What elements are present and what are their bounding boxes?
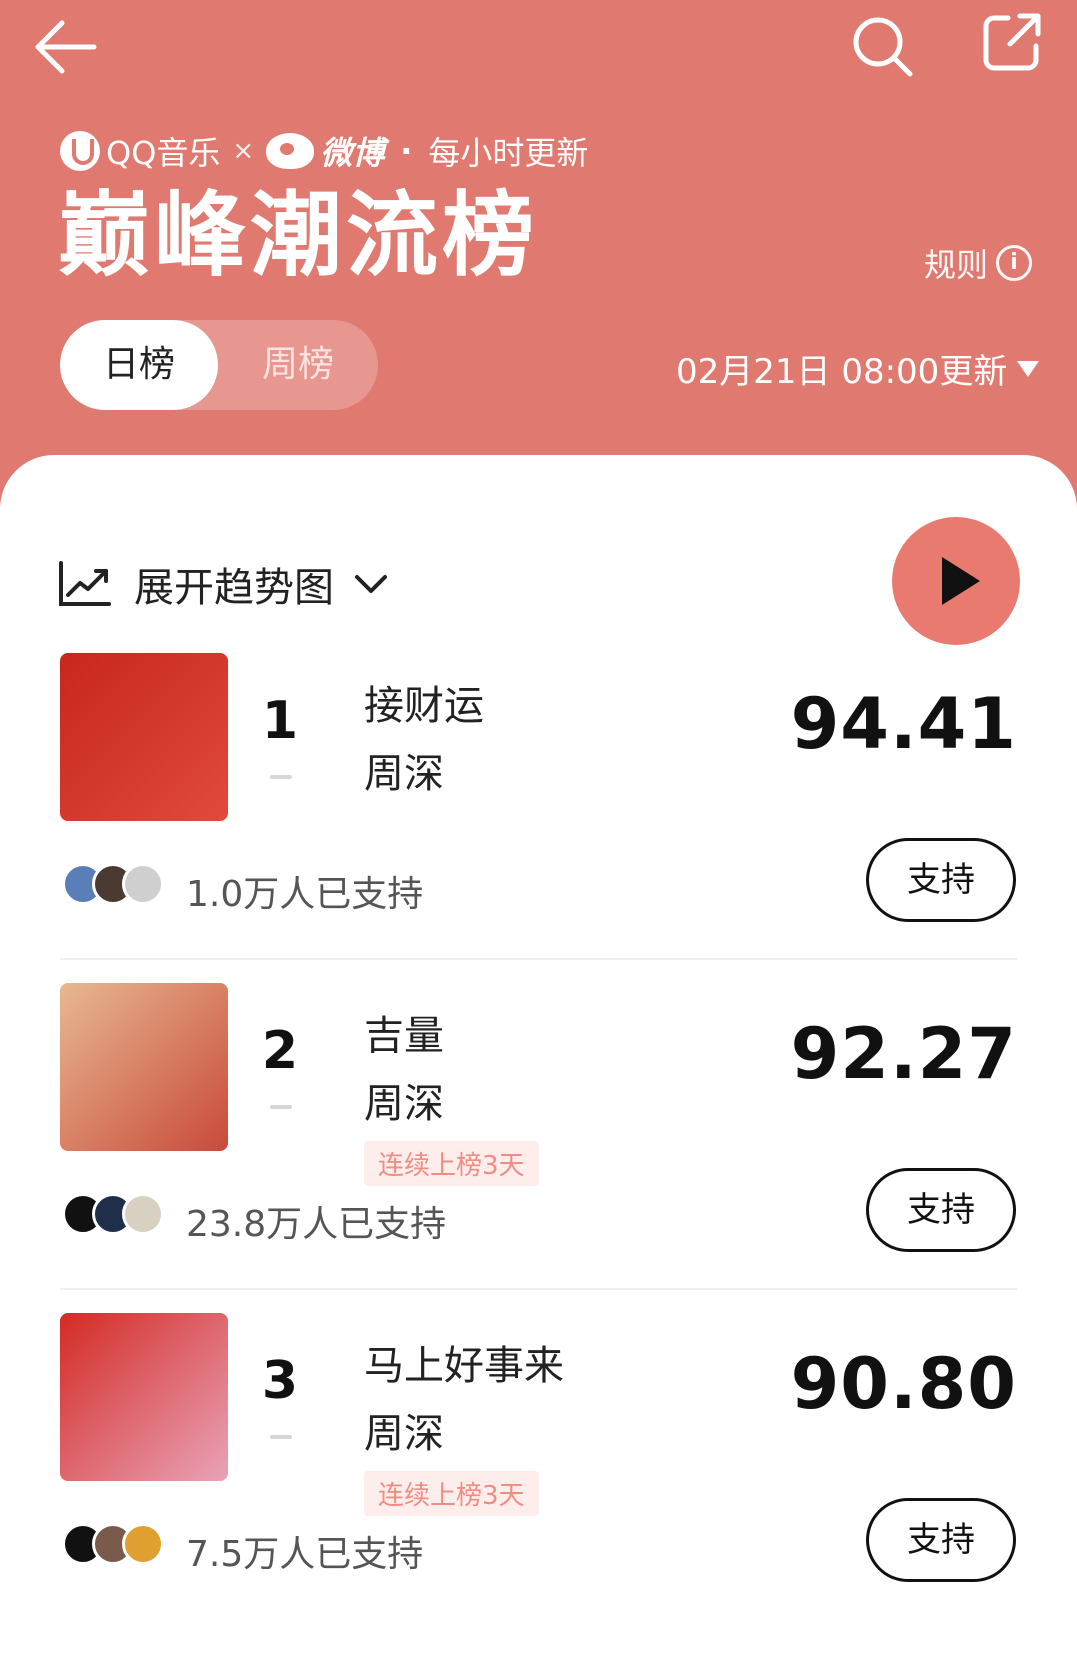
expand-trend-toggle[interactable]: 展开趋势图 [58, 555, 410, 613]
brand-times: × [232, 136, 255, 166]
score: 94.41 [790, 683, 1017, 765]
supporter-count: 7.5万人已支持 [186, 1534, 424, 1575]
streak-badge: 连续上榜3天 [364, 1141, 539, 1186]
qq-music-logo-icon [60, 131, 100, 171]
avatar [122, 1523, 164, 1565]
update-time-selector[interactable]: 02月21日 08:00更新 [676, 344, 1040, 393]
supporter-avatars [62, 863, 164, 905]
support-button[interactable]: 支持 [866, 1168, 1016, 1252]
brand-dot: · [400, 132, 413, 170]
score: 90.80 [790, 1343, 1017, 1425]
page-title: 巅峰潮流榜 [58, 182, 539, 289]
divider [60, 958, 1017, 960]
album-cover[interactable] [60, 653, 228, 821]
tab-weekly[interactable]: 周榜 [218, 320, 378, 410]
back-arrow-icon[interactable] [34, 18, 98, 76]
weibo-logo-icon [266, 133, 315, 169]
supporter-count: 1.0万人已支持 [186, 874, 424, 915]
album-cover[interactable] [60, 983, 228, 1151]
brand-line: QQ音乐 × 微博 · 每小时更新 [60, 128, 588, 174]
rank-number: 3 [261, 1351, 299, 1411]
share-icon[interactable] [980, 10, 1044, 74]
supporter-avatars [62, 1193, 164, 1235]
artist-name[interactable]: 周深 [364, 1401, 444, 1459]
period-tabs: 日榜 周榜 [60, 320, 378, 410]
support-button[interactable]: 支持 [866, 1498, 1016, 1582]
list-item[interactable]: 2 吉量周深连续上榜3天 92.27 23.8万人已支持 支持 [0, 983, 1077, 1290]
support-button[interactable]: 支持 [866, 838, 1016, 922]
avatar [122, 863, 164, 905]
list-item[interactable]: 3 马上好事来周深连续上榜3天 90.80 7.5万人已支持 支持 [0, 1313, 1077, 1613]
trend-chart-icon [59, 561, 111, 606]
trend-label: 展开趋势图 [134, 565, 334, 611]
dropdown-triangle-icon [1017, 360, 1040, 377]
supporter-count: 23.8万人已支持 [186, 1204, 447, 1245]
rules-link[interactable]: 规则 i [924, 240, 1033, 286]
supporter-avatars [62, 1523, 164, 1565]
score: 92.27 [790, 1013, 1017, 1095]
divider [60, 1288, 1017, 1290]
rank-change-dash [270, 775, 292, 779]
rules-label: 规则 [924, 246, 989, 284]
avatar [122, 1193, 164, 1235]
brand-weibo-text: 微博 [320, 134, 385, 172]
brand-qq-text: QQ音乐 [106, 134, 221, 172]
song-title[interactable]: 吉量 [364, 1003, 444, 1061]
chart-list-card: 展开趋势图 1 接财运 周深 94.41 1.0万人已支持 支持 2 吉量 周深 连续上榜3天 92… [0, 455, 1077, 1656]
artist-name[interactable]: 周深 [364, 741, 444, 799]
info-icon: i [996, 245, 1033, 281]
update-time-text: 02月21日 08:00更新 [676, 352, 1008, 392]
search-icon[interactable] [850, 14, 914, 78]
song-title[interactable]: 接财运 [364, 673, 484, 731]
rank-change-dash [270, 1435, 292, 1439]
rank-number: 1 [261, 691, 299, 751]
list-item[interactable]: 1 接财运周深 94.41 1.0万人已支持 支持 [0, 653, 1077, 960]
play-all-button[interactable] [892, 517, 1020, 645]
rank-change-dash [270, 1105, 292, 1109]
chevron-down-icon [355, 575, 387, 593]
streak-badge: 连续上榜3天 [364, 1471, 539, 1516]
song-title[interactable]: 马上好事来 [364, 1333, 564, 1391]
rank-number: 2 [261, 1021, 299, 1081]
chart-header: QQ音乐 × 微博 · 每小时更新 巅峰潮流榜 规则 i 日榜 周榜 02月21… [0, 0, 1077, 470]
artist-name[interactable]: 周深 [364, 1071, 444, 1129]
update-frequency: 每小时更新 [428, 134, 589, 172]
tab-daily[interactable]: 日榜 [60, 320, 218, 410]
album-cover[interactable] [60, 1313, 228, 1481]
